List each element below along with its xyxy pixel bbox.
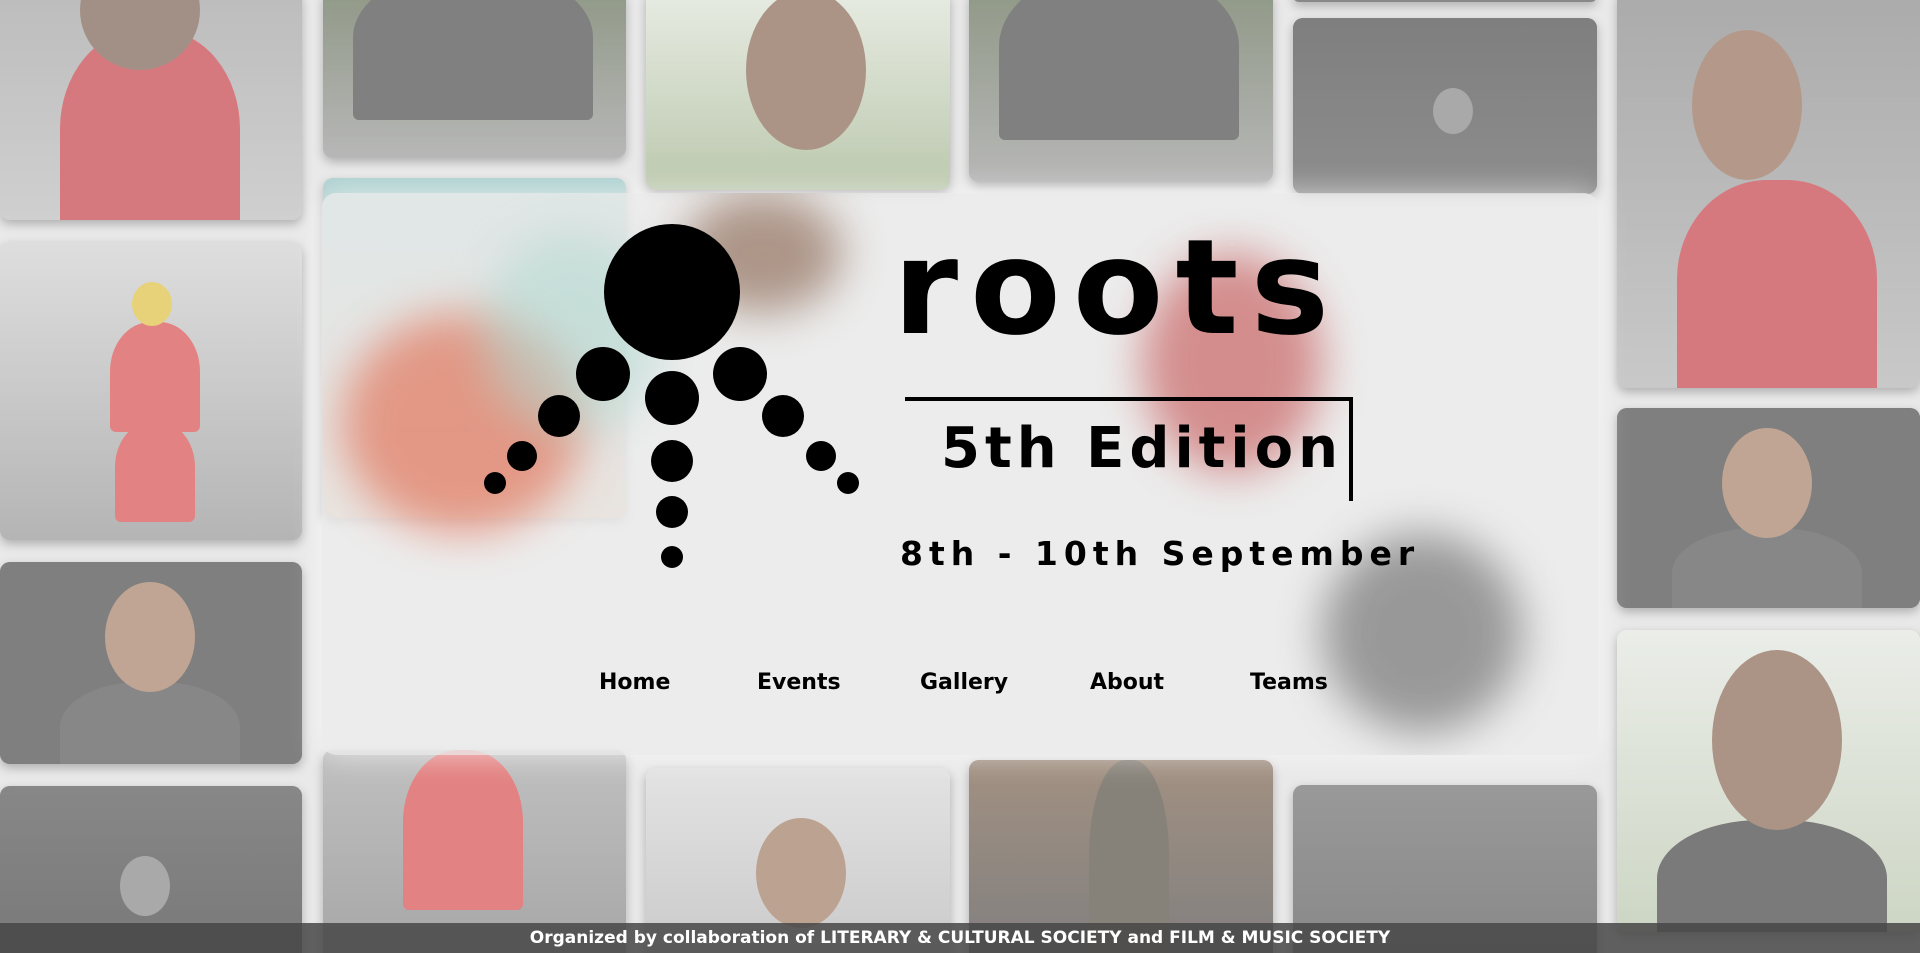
footer-banner: Organized by collaboration of LITERARY &… (0, 923, 1920, 953)
main-nav: Home Events Gallery About Teams (0, 670, 1920, 700)
gallery-photo (1293, 0, 1597, 2)
gallery-photo (1293, 18, 1597, 194)
footer-text: Organized by collaboration of LITERARY &… (529, 928, 1391, 948)
gallery-photo (969, 0, 1273, 182)
gallery-photo (646, 0, 950, 190)
nav-teams[interactable]: Teams (1250, 670, 1328, 695)
nav-gallery[interactable]: Gallery (920, 670, 1008, 695)
nav-home[interactable]: Home (599, 670, 670, 695)
edition-label: 5th Edition (941, 416, 1343, 481)
gallery-photo (323, 0, 626, 158)
event-dates: 8th - 10th September (900, 534, 1421, 573)
gallery-photo (1617, 408, 1920, 608)
nav-events[interactable]: Events (757, 670, 841, 695)
gallery-photo (0, 0, 302, 220)
gallery-photo (1617, 0, 1920, 388)
gallery-photo (0, 242, 302, 540)
roots-logo-icon (484, 224, 859, 568)
nav-about[interactable]: About (1090, 670, 1164, 695)
gallery-photo (0, 562, 302, 764)
site-title: roots (893, 211, 1342, 365)
